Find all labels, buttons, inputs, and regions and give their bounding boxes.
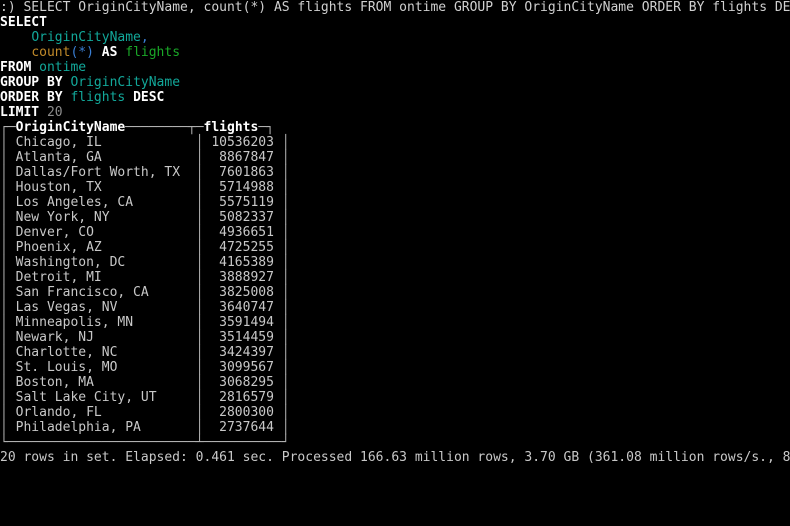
sql-identifier-flights-order: flights: [70, 90, 126, 105]
sql-keyword-as: AS: [101, 45, 118, 60]
sql-keyword-from: FROM: [0, 60, 32, 75]
query-stats-line: 20 rows in set. Elapsed: 0.461 sec. Proc…: [0, 450, 790, 465]
formatted-query-block: SELECT OriginCityName, count(*) AS fligh…: [0, 15, 790, 120]
sql-keyword-desc: DESC: [133, 90, 165, 105]
sql-identifier-origincityname-group: OriginCityName: [70, 75, 181, 90]
result-table: ┌─OriginCityName────────┬─flights─┐ │ Ch…: [0, 120, 290, 450]
sql-star: *: [78, 45, 87, 60]
prompt-line: :) SELECT OriginCityName, count(*) AS fl…: [0, 0, 790, 15]
sql-keyword-select: SELECT: [0, 15, 47, 30]
sql-identifier-origincityname-select: OriginCityName: [31, 30, 141, 45]
sql-alias-flights: flights: [125, 45, 181, 60]
terminal-window: :) SELECT OriginCityName, count(*) AS fl…: [0, 0, 790, 526]
sql-function-count: count: [31, 45, 71, 60]
sql-close-paren: ): [86, 45, 94, 60]
echoed-query-text: SELECT OriginCityName, count(*) AS fligh…: [23, 0, 790, 15]
sql-keyword-order-by: ORDER BY: [0, 90, 63, 105]
sql-keyword-limit: LIMIT: [0, 105, 40, 120]
prompt-symbol: :): [0, 0, 16, 15]
sql-keyword-group-by: GROUP BY: [0, 75, 63, 90]
sql-number-20: 20: [46, 105, 63, 120]
sql-comma: ,: [140, 30, 149, 45]
sql-table-ontime: ontime: [39, 60, 87, 75]
